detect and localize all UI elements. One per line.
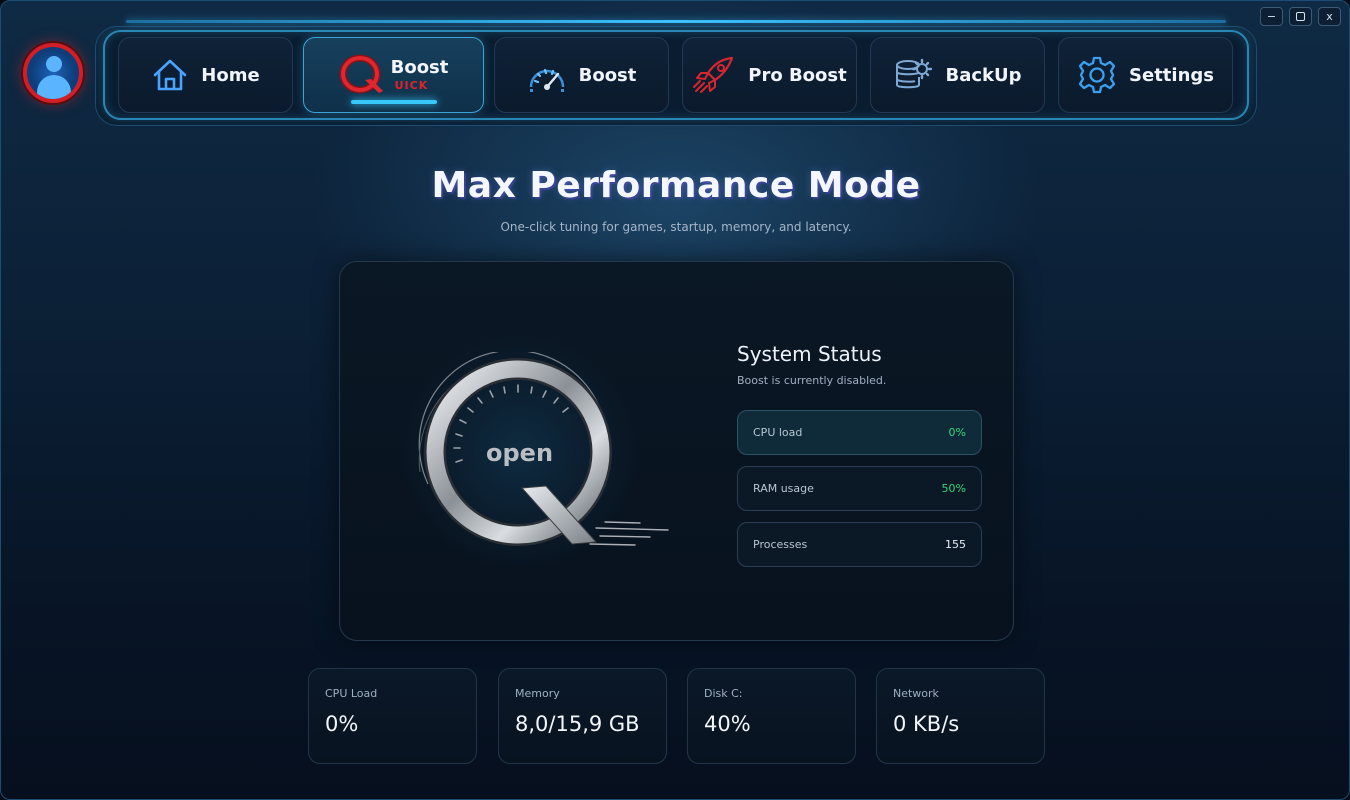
tab-quick-boost-label: Boost bbox=[390, 57, 449, 78]
system-status-title: System Status bbox=[737, 342, 882, 366]
status-row-processes: Processes 155 bbox=[737, 522, 982, 567]
quick-boost-q-logo bbox=[339, 53, 385, 97]
rocket-icon bbox=[692, 55, 736, 95]
page-subtitle: One-click tuning for games, startup, mem… bbox=[500, 220, 852, 234]
tab-pro-boost-label: Pro Boost bbox=[748, 64, 847, 86]
status-row-label: CPU load bbox=[753, 426, 803, 439]
user-avatar[interactable] bbox=[23, 43, 83, 103]
database-gear-icon bbox=[893, 55, 933, 95]
metric-memory: Memory 8,0/15,9 GB bbox=[498, 668, 667, 764]
maximize-icon bbox=[1296, 12, 1305, 21]
gear-icon bbox=[1077, 55, 1117, 95]
metric-value: 0% bbox=[325, 712, 359, 736]
tab-boost-label: Boost bbox=[578, 64, 637, 86]
home-icon bbox=[151, 56, 189, 94]
tab-pro-boost[interactable]: Pro Boost bbox=[682, 37, 857, 113]
status-row-value: 50% bbox=[941, 482, 966, 495]
tab-quick-boost-sublabel: UICK bbox=[394, 79, 429, 92]
boost-card: open System Status Boost is currently di… bbox=[339, 261, 1014, 641]
user-icon-head bbox=[46, 56, 62, 72]
status-row-value: 0% bbox=[948, 426, 966, 439]
minimize-button[interactable]: − bbox=[1260, 7, 1283, 26]
window-controls: − x bbox=[1260, 7, 1341, 26]
page-title: Max Performance Mode bbox=[431, 165, 921, 206]
metric-network: Network 0 KB/s bbox=[876, 668, 1045, 764]
status-row-value: 155 bbox=[945, 538, 966, 551]
metric-label: CPU Load bbox=[325, 687, 378, 700]
metric-value: 0 KB/s bbox=[893, 712, 960, 736]
system-status-panel: System Status Boost is currently disable… bbox=[737, 342, 982, 567]
maximize-button[interactable] bbox=[1289, 7, 1312, 26]
status-row-ram-usage: RAM usage 50% bbox=[737, 466, 982, 511]
tab-settings-label: Settings bbox=[1129, 64, 1214, 86]
close-button[interactable]: x bbox=[1318, 7, 1341, 26]
tab-backup-label: BackUp bbox=[945, 64, 1022, 86]
metric-cpu-load: CPU Load 0% bbox=[308, 668, 477, 764]
status-row-label: Processes bbox=[753, 538, 808, 551]
tab-quick-boost[interactable]: Boost UICK bbox=[303, 37, 484, 113]
metric-disk-c: Disk C: 40% bbox=[687, 668, 856, 764]
system-status-subtitle: Boost is currently disabled. bbox=[737, 374, 887, 387]
tab-backup[interactable]: BackUp bbox=[870, 37, 1045, 113]
tab-home-label: Home bbox=[201, 64, 260, 86]
tab-home[interactable]: Home bbox=[118, 37, 293, 113]
metric-value: 8,0/15,9 GB bbox=[515, 712, 640, 736]
user-icon-body bbox=[37, 75, 71, 99]
speedometer-icon bbox=[527, 57, 567, 93]
status-row-label: RAM usage bbox=[753, 482, 814, 495]
tab-settings[interactable]: Settings bbox=[1058, 37, 1233, 113]
metric-value: 40% bbox=[704, 712, 751, 736]
tab-boost[interactable]: Boost bbox=[494, 37, 669, 113]
active-tab-indicator bbox=[350, 100, 437, 104]
status-row-cpu-load: CPU load 0% bbox=[737, 410, 982, 455]
metric-label: Disk C: bbox=[704, 687, 743, 700]
nav-glow-line bbox=[126, 20, 1226, 23]
metric-label: Network bbox=[893, 687, 939, 700]
metric-label: Memory bbox=[515, 687, 560, 700]
gauge-label: open bbox=[486, 439, 554, 467]
app-window: − x Home Boost UICK Boost Pro Boost Back… bbox=[0, 0, 1350, 800]
